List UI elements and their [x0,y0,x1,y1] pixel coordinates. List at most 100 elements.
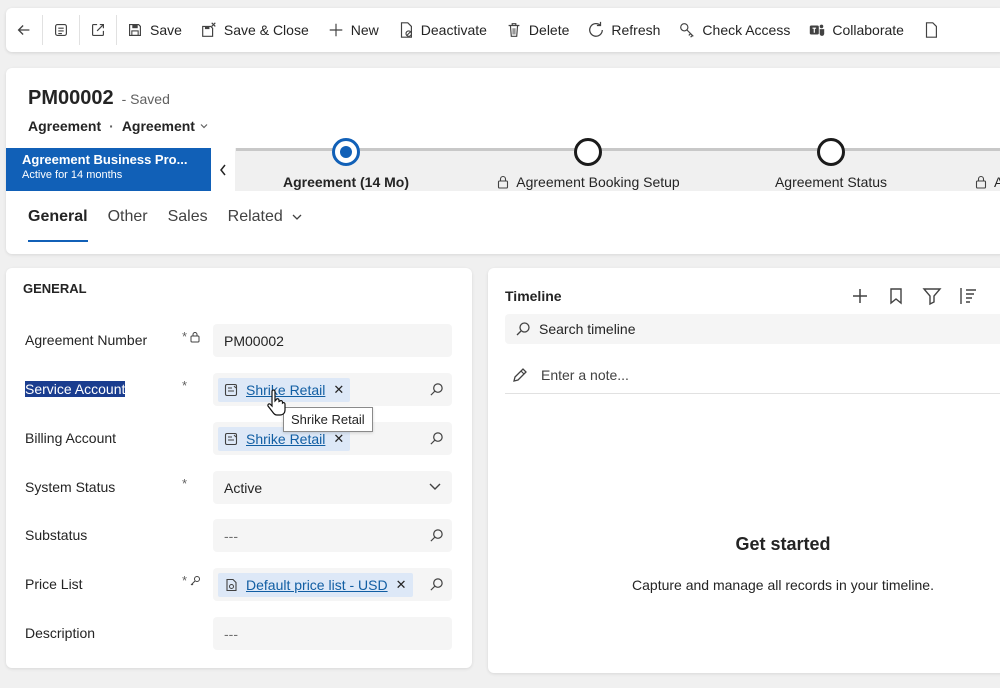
delete-button[interactable]: Delete [496,8,578,52]
bpf-stage-booking-setup[interactable]: Agreement Booking Setup [488,138,688,190]
tab-label: Related [227,208,283,225]
teams-icon [810,24,825,36]
lookup-link[interactable]: Shrike Retail [246,431,325,447]
back-arrow-icon [17,25,30,35]
collaborate-button[interactable]: Collaborate [799,8,913,52]
refresh-icon [589,21,604,37]
business-process-flow: Agreement Business Pro... Active for 14 … [6,138,1000,191]
refresh-button[interactable]: Refresh [578,8,669,52]
system-status-select[interactable]: Active [213,471,452,504]
field-value: --- [224,625,238,642]
form-view-button[interactable] [43,8,79,52]
account-icon [224,383,238,396]
remove-icon[interactable]: ✕ [333,431,344,447]
search-icon[interactable] [429,528,444,543]
required-indicator: * [182,476,188,491]
chevron-down-icon [200,124,208,129]
document-icon [925,22,937,38]
field-service-account: Service Account * Shrike Retail ✕ [6,373,472,407]
timeline-panel: Timeline Search timeline Enter a note...… [488,268,1000,673]
tab-label: Other [107,208,148,225]
back-button[interactable] [6,8,42,52]
lock-icon [498,175,509,189]
tab-related[interactable]: Related [228,208,303,226]
save-close-button[interactable]: Save & Close [191,8,318,52]
form-selector-label: Agreement [121,118,195,134]
bpf-stage-next[interactable]: A [974,148,1000,190]
bpf-stage-agreement[interactable]: Agreement (14 Mo) [276,138,416,190]
document-deactivate-icon [400,22,412,38]
search-placeholder: Search timeline [539,321,636,337]
deactivate-label: Deactivate [420,22,487,38]
general-section: GENERAL Agreement Number * PM00002 Servi… [6,268,472,668]
field-value: Active [224,479,263,496]
search-icon[interactable] [429,431,444,446]
chevron-left-icon [220,164,226,175]
save-icon [129,24,141,36]
bpf-flag[interactable]: Agreement Business Pro... Active for 14 … [6,148,211,191]
filter-icon[interactable] [922,286,942,306]
description-input[interactable]: --- [213,617,452,650]
tab-label: Sales [167,208,208,225]
field-label: Price List [25,576,83,592]
lookup-link[interactable]: Default price list - USD [246,577,388,593]
collaborate-label: Collaborate [832,22,904,38]
field-system-status: System Status * Active [6,471,472,505]
tab-other[interactable]: Other [108,208,148,226]
delete-label: Delete [528,22,570,38]
deactivate-button[interactable]: Deactivate [388,8,496,52]
add-icon[interactable] [850,286,870,306]
tab-sales[interactable]: Sales [168,208,208,226]
section-title: GENERAL [23,281,87,296]
new-label: New [350,22,379,38]
remove-icon[interactable]: ✕ [396,577,407,593]
required-indicator: * [182,378,188,393]
lock-icon [190,331,200,342]
empty-state-title: Get started [735,534,831,554]
field-billing-account: Billing Account Shrike Retail ✕ [6,422,472,456]
new-button[interactable]: New [318,8,388,52]
save-close-label: Save & Close [223,22,309,38]
save-label: Save [150,22,182,38]
timeline-actions [850,286,994,306]
record-header: PM00002 - Saved Agreement · Agreement Ag… [6,68,1000,254]
form-selector[interactable]: Agreement [122,118,209,134]
bpf-stage-agreement-status[interactable]: Agreement Status [766,138,896,190]
chevron-down-icon [292,214,302,220]
substatus-lookup[interactable]: --- [213,519,452,552]
save-button[interactable]: Save [117,8,191,52]
lookup-chip[interactable]: Default price list - USD ✕ [218,572,413,597]
stage-label: Agreement Status [774,174,888,190]
pencil-icon [513,367,527,382]
record-subtitle: Agreement · Agreement [28,118,209,134]
bpf-flag-subtitle: Active for 14 months [22,169,123,181]
save-close-icon [202,22,216,37]
field-label: Service Account [25,381,126,397]
refresh-label: Refresh [611,22,661,38]
stage-label: A [994,174,1000,190]
timeline-search-input[interactable]: Search timeline [505,314,1000,344]
tab-label: General [28,208,88,225]
sort-icon[interactable] [958,286,978,306]
field-label: Description [25,625,96,641]
required-locked-indicator: * [182,329,201,344]
open-new-window-button[interactable] [80,8,116,52]
chevron-down-icon [429,483,441,490]
account-icon [224,432,238,445]
price-list-icon [226,578,237,591]
tab-general[interactable]: General [28,208,88,242]
bookmark-icon[interactable] [886,286,906,306]
agreement-number-input[interactable]: PM00002 [213,324,452,357]
price-list-lookup[interactable]: Default price list - USD ✕ [213,568,452,601]
timeline-note-input[interactable]: Enter a note... [505,356,1000,394]
bpf-collapse-button[interactable] [211,148,235,191]
check-access-button[interactable]: Check Access [669,8,799,52]
search-icon[interactable] [429,577,444,592]
more-document-button[interactable] [913,8,949,52]
remove-icon[interactable]: ✕ [333,382,344,398]
field-label: Billing Account [25,430,117,446]
bpf-flag-title: Agreement Business Pro... [22,152,188,167]
service-account-lookup[interactable]: Shrike Retail ✕ [213,373,452,406]
search-icon[interactable] [429,382,444,397]
open-in-new-icon [92,24,104,36]
